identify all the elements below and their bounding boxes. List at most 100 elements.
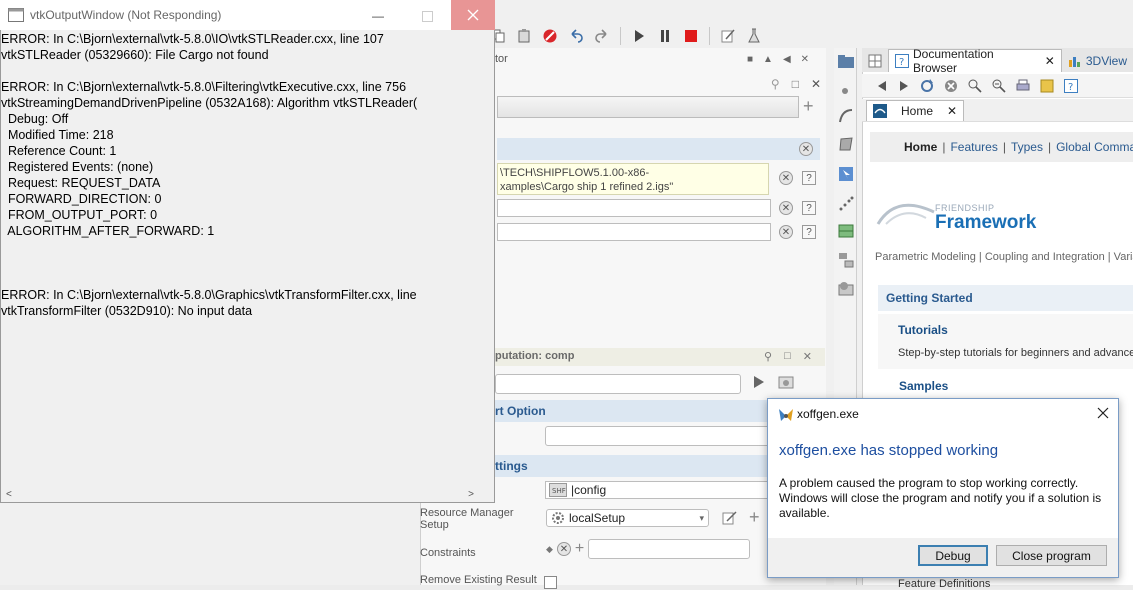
dot-icon[interactable] — [840, 86, 850, 96]
zoom-out-icon[interactable] — [968, 79, 982, 93]
close-icon[interactable]: ✕ — [1045, 54, 1055, 68]
redo-icon[interactable] — [592, 26, 612, 46]
clear-icon[interactable]: ✕ — [779, 201, 793, 215]
close-icon[interactable] — [451, 0, 495, 30]
config-value: |config — [571, 483, 607, 497]
config-icon[interactable] — [778, 375, 794, 391]
dock-left-icon[interactable]: ◀ — [783, 54, 791, 65]
menu-features[interactable]: Features — [950, 140, 997, 154]
constraints-input[interactable] — [588, 539, 751, 559]
stop-icon[interactable] — [944, 79, 958, 93]
stepper-icon[interactable]: ◆ — [546, 544, 553, 555]
paste-icon[interactable] — [514, 26, 534, 46]
help-icon[interactable]: ? — [802, 225, 816, 239]
resource-manager-label: Resource Manager Setup — [420, 507, 514, 531]
vertical-scrollbar[interactable] — [479, 31, 494, 502]
curve-icon[interactable] — [838, 108, 854, 124]
tab-layout-icon[interactable] — [862, 50, 888, 72]
maximize-icon[interactable] — [412, 8, 442, 24]
argument-input[interactable] — [497, 199, 771, 217]
surface-icon[interactable] — [838, 136, 854, 152]
horizontal-scrollbar[interactable]: < > — [1, 487, 479, 502]
clear-icon[interactable]: ✕ — [799, 142, 813, 156]
tab-label: Documentation Browser — [913, 47, 994, 75]
vtk-output-line — [1, 271, 479, 287]
friendship-logo — [876, 198, 936, 228]
tutorials-link[interactable]: Tutorials — [898, 323, 948, 337]
chevron-down-icon[interactable]: ▾ — [699, 513, 708, 524]
export-icon[interactable] — [1040, 79, 1054, 93]
start-option-input[interactable] — [545, 426, 772, 446]
points-icon[interactable] — [838, 196, 854, 212]
add-icon[interactable]: + — [749, 507, 760, 528]
debug-button[interactable]: Debug — [918, 545, 988, 566]
folder-icon[interactable] — [838, 54, 854, 68]
window-icon[interactable]: □ — [784, 350, 791, 363]
clear-icon[interactable]: ✕ — [779, 171, 793, 185]
help-icon[interactable]: ? — [1064, 78, 1078, 93]
print-icon[interactable] — [1016, 79, 1030, 93]
close-icon[interactable]: ✕ — [803, 350, 812, 363]
config-field[interactable]: SHF |config — [545, 481, 770, 499]
close-icon[interactable]: ✕ — [811, 77, 821, 91]
minimize-icon[interactable]: — — [363, 8, 393, 24]
stop-sign-icon[interactable] — [540, 26, 560, 46]
toolbar-separator — [620, 27, 621, 45]
home-tab-label: Home — [901, 104, 934, 118]
tab-label: 3DView — [1085, 54, 1127, 68]
resource-manager-select[interactable]: localSetup ▾ — [546, 509, 709, 527]
tab-documentation-browser[interactable]: ? Documentation Browser ✕ — [888, 47, 1062, 75]
select-icon[interactable] — [838, 166, 854, 182]
computation-title: putation: comp — [495, 350, 575, 362]
zoom-in-icon[interactable] — [992, 79, 1006, 93]
arguments-section-bar — [497, 138, 820, 160]
close-icon[interactable] — [1091, 402, 1115, 424]
samples-link[interactable]: Samples — [899, 379, 948, 393]
close-icon[interactable]: ✕ — [947, 104, 957, 118]
error-heading: xoffgen.exe has stopped working — [779, 442, 999, 459]
file-path-field[interactable]: \TECH\SHIPFLOW5.1.00-x86- xamples\Cargo … — [497, 163, 769, 195]
argument-input[interactable] — [497, 223, 771, 241]
file-path-line-2: xamples\Cargo ship 1 refined 2.igs" — [500, 181, 674, 193]
import-icon[interactable] — [838, 280, 854, 296]
dock-up-icon[interactable]: ▲ — [763, 54, 773, 65]
edit-icon[interactable] — [722, 510, 738, 526]
tab-3dview[interactable]: 3DView — [1062, 50, 1133, 72]
dock-close-icon[interactable]: ✕ — [801, 54, 809, 65]
menu-home[interactable]: Home — [904, 140, 937, 154]
scroll-right-icon[interactable]: > — [463, 489, 479, 500]
home-logo-icon — [873, 104, 887, 118]
refresh-icon[interactable] — [920, 78, 934, 93]
feature-combo[interactable] — [497, 96, 799, 118]
search-icon[interactable]: ⚲ — [764, 350, 772, 363]
close-program-button[interactable]: Close program — [996, 545, 1107, 566]
play-icon[interactable] — [629, 26, 649, 46]
mesh-icon[interactable] — [838, 223, 854, 239]
stop-icon[interactable] — [681, 26, 701, 46]
back-icon[interactable] — [876, 80, 888, 92]
feature-definitions-link[interactable]: Feature Definitions — [898, 578, 990, 590]
edit-icon[interactable] — [718, 26, 738, 46]
scroll-left-icon[interactable]: < — [1, 489, 17, 500]
flask-icon[interactable] — [744, 26, 764, 46]
computation-input[interactable] — [495, 374, 741, 394]
clear-icon[interactable]: ✕ — [556, 542, 571, 556]
connector-icon[interactable] — [838, 252, 854, 268]
add-icon[interactable]: + — [803, 96, 814, 117]
vtk-output-line: Registered Events: (none) — [1, 160, 154, 174]
search-icon[interactable]: ⚲ — [771, 77, 780, 91]
run-icon[interactable] — [752, 375, 766, 389]
forward-icon[interactable] — [898, 80, 910, 92]
menu-types[interactable]: Types — [1011, 140, 1043, 154]
menu-global-commands[interactable]: Global Commands — [1056, 140, 1133, 154]
clear-icon[interactable]: ✕ — [779, 225, 793, 239]
dock-square-icon[interactable]: ■ — [747, 54, 753, 65]
remove-existing-checkbox[interactable] — [544, 576, 557, 589]
help-icon[interactable]: ? — [802, 201, 816, 215]
help-icon[interactable]: ? — [802, 171, 816, 185]
window-icon[interactable]: □ — [792, 77, 799, 91]
tab-home[interactable]: Home ✕ — [866, 100, 965, 121]
add-icon[interactable]: + — [575, 540, 584, 558]
pause-icon[interactable] — [655, 26, 675, 46]
undo-icon[interactable] — [566, 26, 586, 46]
